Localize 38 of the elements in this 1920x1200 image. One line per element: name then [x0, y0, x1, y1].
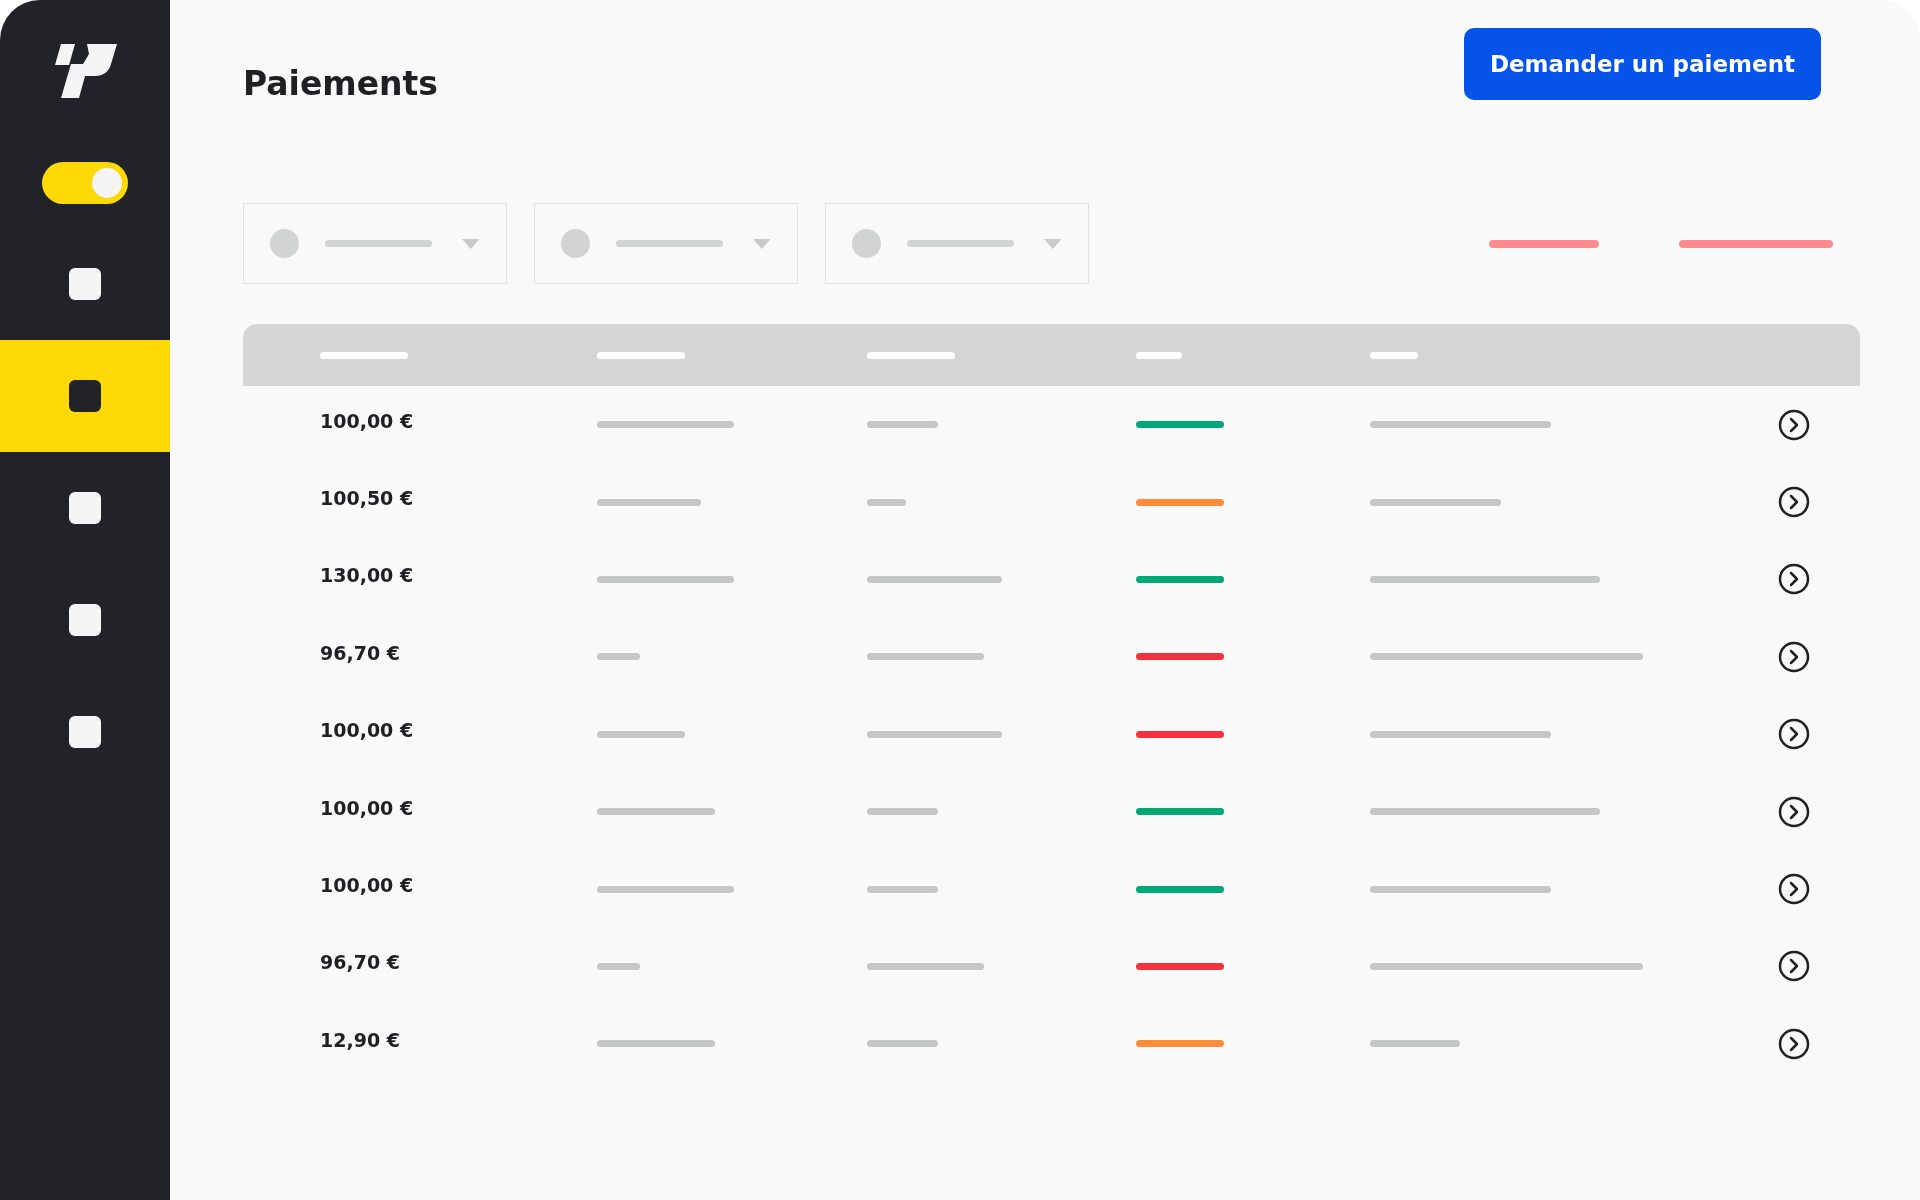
placeholder-line	[867, 808, 938, 816]
chevron-right-circle-icon[interactable]	[1778, 1027, 1810, 1060]
page-title: Paiements	[243, 64, 438, 103]
placeholder-line	[867, 1040, 938, 1048]
chevron-right-circle-icon[interactable]	[1778, 950, 1810, 983]
placeholder-line	[1136, 351, 1182, 359]
amount-text: 100,00 €	[320, 874, 414, 897]
placeholder-line	[867, 498, 906, 506]
amount-text: 100,00 €	[320, 796, 414, 819]
placeholder-line	[1370, 351, 1418, 359]
chevron-right-circle-icon[interactable]	[1778, 718, 1810, 751]
placeholder-circle	[270, 229, 299, 258]
placeholder-line	[867, 885, 938, 893]
amount-text: 100,50 €	[320, 487, 414, 510]
amount-text: 96,70 €	[320, 641, 400, 664]
toggle-switch[interactable]	[42, 162, 128, 204]
caret-icon	[1044, 238, 1062, 249]
chevron-right-circle-icon[interactable]	[1778, 873, 1810, 906]
logo-icon	[53, 44, 117, 98]
chevron-right-circle-icon[interactable]	[1778, 563, 1810, 596]
placeholder-line	[867, 421, 938, 429]
chevron-right-circle-icon[interactable]	[1778, 640, 1810, 673]
amount-text: 100,00 €	[320, 409, 414, 432]
placeholder-line	[597, 653, 640, 661]
chevron-right-circle-icon[interactable]	[1778, 795, 1810, 828]
amount-text: 100,00 €	[320, 719, 414, 742]
amount-text: 12,90 €	[320, 1028, 400, 1051]
caret-icon	[753, 238, 771, 249]
placeholder-circle	[852, 229, 881, 258]
sidebar-item[interactable]	[0, 340, 170, 452]
amount-text: 96,70 €	[320, 951, 400, 974]
amount-text: 130,00 €	[320, 564, 414, 587]
chevron-right-circle-icon[interactable]	[1778, 408, 1810, 441]
caret-icon	[462, 238, 480, 249]
chevron-right-circle-icon[interactable]	[1778, 486, 1810, 519]
placeholder-circle	[561, 229, 590, 258]
placeholder-line	[597, 962, 640, 970]
request-payment-button[interactable]: Demander un paiement	[1463, 28, 1821, 100]
